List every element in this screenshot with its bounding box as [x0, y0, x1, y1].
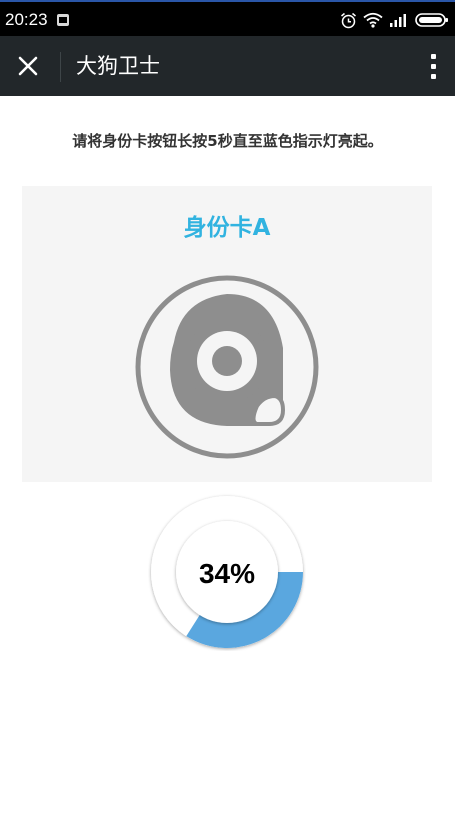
progress-percent: 34%	[198, 558, 256, 589]
app-bar-divider	[60, 52, 61, 82]
alarm-icon	[340, 12, 357, 29]
more-dot-icon	[430, 73, 436, 79]
status-time: 20:23	[5, 10, 48, 29]
status-bar: 20:23	[0, 0, 455, 36]
more-dot-icon	[430, 63, 436, 69]
close-button[interactable]	[8, 46, 48, 86]
more-menu-button[interactable]	[425, 48, 441, 84]
battery-icon	[415, 12, 449, 28]
instruction-text: 请将身份卡按钮长按5秒直至蓝色指示灯亮起。	[72, 132, 383, 150]
notification-icon	[57, 14, 69, 26]
wifi-icon	[363, 12, 383, 28]
close-icon	[18, 56, 38, 76]
app-bar: 大狗卫士	[0, 36, 455, 96]
more-dot-icon	[430, 53, 436, 59]
card-title: 身份卡A	[183, 215, 271, 241]
id-card-device-icon	[135, 275, 319, 459]
page-title: 大狗卫士	[76, 54, 160, 78]
status-icons	[340, 10, 449, 30]
card-panel: 身份卡A	[22, 186, 432, 482]
signal-icon	[389, 12, 409, 28]
